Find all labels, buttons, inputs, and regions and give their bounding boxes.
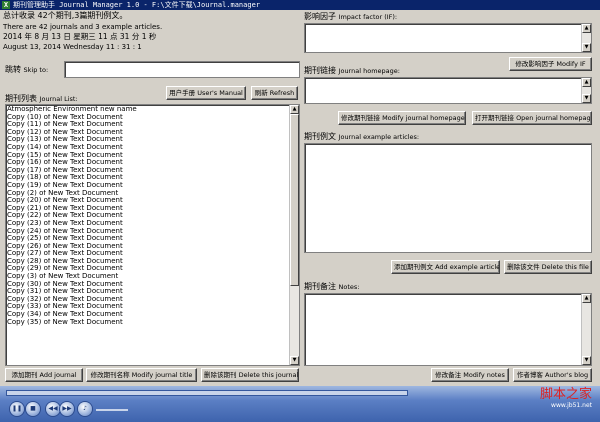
list-item[interactable]: Copy (33) of New Text Document: [7, 303, 289, 311]
watermark-sub: www.jb51.net: [551, 402, 592, 409]
list-item[interactable]: Copy (13) of New Text Document: [7, 136, 289, 144]
homepage-label-en: Journal homepage:: [338, 67, 400, 75]
volume-icon[interactable]: ♪: [78, 402, 92, 416]
scroll-down-icon[interactable]: ▼: [582, 43, 591, 52]
modify-journal-title-button[interactable]: 修改期刊名称 Modify journal title: [86, 368, 197, 382]
list-item[interactable]: Copy (3) of New Text Document: [7, 273, 289, 281]
refresh-button[interactable]: 刷新 Refresh: [251, 86, 298, 100]
journal-list-label: 期刊列表 Journal List:: [5, 94, 78, 104]
list-item[interactable]: Copy (21) of New Text Document: [7, 205, 289, 213]
list-item[interactable]: Copy (12) of New Text Document: [7, 129, 289, 137]
impact-factor-scrollbar[interactable]: ▲ ▼: [581, 24, 591, 52]
skip-input[interactable]: [64, 61, 300, 78]
seek-slider[interactable]: [6, 390, 408, 396]
user-manual-button[interactable]: 用户手册 User's Manual: [166, 86, 246, 100]
list-item[interactable]: Copy (15) of New Text Document: [7, 152, 289, 160]
scroll-up-icon[interactable]: ▲: [582, 24, 591, 33]
scroll-up-icon[interactable]: ▲: [582, 78, 591, 87]
scroll-up-icon[interactable]: ▲: [582, 294, 591, 303]
list-item[interactable]: Copy (24) of New Text Document: [7, 228, 289, 236]
list-item[interactable]: Copy (2) of New Text Document: [7, 190, 289, 198]
skip-label: 跳转 Skip to:: [5, 65, 49, 75]
impact-factor-label-en: Impact factor (IF):: [338, 13, 398, 21]
pause-icon[interactable]: ❚❚: [10, 402, 24, 416]
example-articles-list[interactable]: [304, 143, 592, 253]
previous-icon[interactable]: ◀◀: [46, 402, 60, 416]
notes-label-cn: 期刊备注: [304, 282, 336, 291]
homepage-field[interactable]: ▲ ▼: [304, 77, 592, 104]
title-bar: X 期刊管理助手 Journal Manager 1.0 - F:\文件下载\Jo…: [0, 0, 600, 10]
delete-journal-button[interactable]: 删除该期刊 Delete this journal: [201, 368, 299, 382]
homepage-scrollbar[interactable]: ▲ ▼: [581, 78, 591, 103]
add-journal-button[interactable]: 添加期刊 Add journal: [5, 368, 83, 382]
journal-list-label-en: Journal List:: [39, 95, 78, 103]
list-item[interactable]: Copy (20) of New Text Document: [7, 197, 289, 205]
list-item[interactable]: Copy (29) of New Text Document: [7, 265, 289, 273]
app-icon: X: [2, 1, 10, 9]
delete-file-button[interactable]: 删除该文件 Delete this file: [504, 260, 592, 274]
list-item[interactable]: Copy (25) of New Text Document: [7, 235, 289, 243]
list-item[interactable]: Copy (22) of New Text Document: [7, 212, 289, 220]
impact-factor-label: 影响因子 Impact factor (IF):: [304, 12, 398, 22]
modify-if-button[interactable]: 修改影响因子 Modify IF: [509, 57, 592, 71]
datetime-cn: 2014 年 8 月 13 日 星期三 11 点 31 分 1 秒: [3, 32, 157, 41]
scroll-down-icon[interactable]: ▼: [290, 356, 299, 365]
summary-cn: 总计收录 42个期刊,3篇期刊例文。: [3, 11, 128, 20]
window-title: 期刊管理助手 Journal Manager 1.0 - F:\文件下载\Jou…: [13, 1, 261, 9]
list-item[interactable]: Copy (26) of New Text Document: [7, 243, 289, 251]
list-item[interactable]: Copy (19) of New Text Document: [7, 182, 289, 190]
authors-blog-button[interactable]: 作者博客 Author's blog: [513, 368, 592, 382]
list-item[interactable]: Copy (17) of New Text Document: [7, 167, 289, 175]
notes-label-en: Notes:: [338, 283, 360, 291]
examples-label-en: Journal example articles:: [338, 133, 420, 141]
list-item[interactable]: Copy (31) of New Text Document: [7, 288, 289, 296]
scroll-thumb[interactable]: [290, 114, 299, 286]
scroll-up-icon[interactable]: ▲: [290, 105, 299, 114]
journal-list-items: Atmospheric Environment new name Copy (10…: [7, 106, 289, 326]
skip-label-cn: 跳转: [5, 65, 21, 74]
notes-field[interactable]: ▲ ▼: [304, 293, 592, 366]
watermark-main: 脚本之家: [539, 387, 592, 402]
media-player-bar: ❚❚ ■ ◀◀ ▶▶ ♪: [0, 386, 600, 422]
impact-factor-field[interactable]: ▲ ▼: [304, 23, 592, 53]
journal-listbox[interactable]: Atmospheric Environment new name Copy (10…: [5, 104, 300, 366]
notes-label: 期刊备注 Notes:: [304, 282, 360, 292]
homepage-label: 期刊链接 Journal homepage:: [304, 66, 400, 76]
list-item[interactable]: Copy (28) of New Text Document: [7, 258, 289, 266]
examples-label-cn: 期刊例文: [304, 132, 336, 141]
volume-slider[interactable]: [96, 409, 128, 411]
modify-homepage-button[interactable]: 修改期刊链接 Modify journal homepage: [338, 111, 466, 125]
list-item[interactable]: Copy (32) of New Text Document: [7, 296, 289, 304]
watermark: 脚本之家 www.jb51.net: [539, 387, 592, 410]
modify-notes-button[interactable]: 修改备注 Modify notes: [431, 368, 509, 382]
skip-label-en: Skip to:: [23, 66, 49, 74]
list-item[interactable]: Copy (35) of New Text Document: [7, 319, 289, 327]
list-item[interactable]: Copy (16) of New Text Document: [7, 159, 289, 167]
open-homepage-button[interactable]: 打开期刊链接 Open journal homepage: [472, 111, 592, 125]
list-item[interactable]: Copy (34) of New Text Document: [7, 311, 289, 319]
summary-en: There are 42 journals and 3 example arti…: [3, 23, 163, 31]
list-item[interactable]: Copy (18) of New Text Document: [7, 174, 289, 182]
list-item[interactable]: Copy (11) of New Text Document: [7, 121, 289, 129]
list-item[interactable]: Atmospheric Environment new name: [7, 106, 289, 114]
datetime-en: August 13, 2014 Wednesday 11 : 31 : 1: [3, 43, 142, 51]
impact-factor-label-cn: 影响因子: [304, 12, 336, 21]
next-icon[interactable]: ▶▶: [60, 402, 74, 416]
examples-label: 期刊例文 Journal example articles:: [304, 132, 420, 142]
add-example-button[interactable]: 添加期刊例文 Add example article: [391, 260, 500, 274]
list-item[interactable]: Copy (10) of New Text Document: [7, 114, 289, 122]
notes-scrollbar[interactable]: ▲ ▼: [581, 294, 591, 365]
list-item[interactable]: Copy (14) of New Text Document: [7, 144, 289, 152]
scroll-down-icon[interactable]: ▼: [582, 356, 591, 365]
list-item[interactable]: Copy (23) of New Text Document: [7, 220, 289, 228]
journal-list-scrollbar[interactable]: ▲ ▼: [289, 105, 299, 365]
list-item[interactable]: Copy (30) of New Text Document: [7, 281, 289, 289]
journal-list-label-cn: 期刊列表: [5, 94, 37, 103]
scroll-down-icon[interactable]: ▼: [582, 94, 591, 103]
homepage-label-cn: 期刊链接: [304, 66, 336, 75]
list-item[interactable]: Copy (27) of New Text Document: [7, 250, 289, 258]
stop-icon[interactable]: ■: [26, 402, 40, 416]
